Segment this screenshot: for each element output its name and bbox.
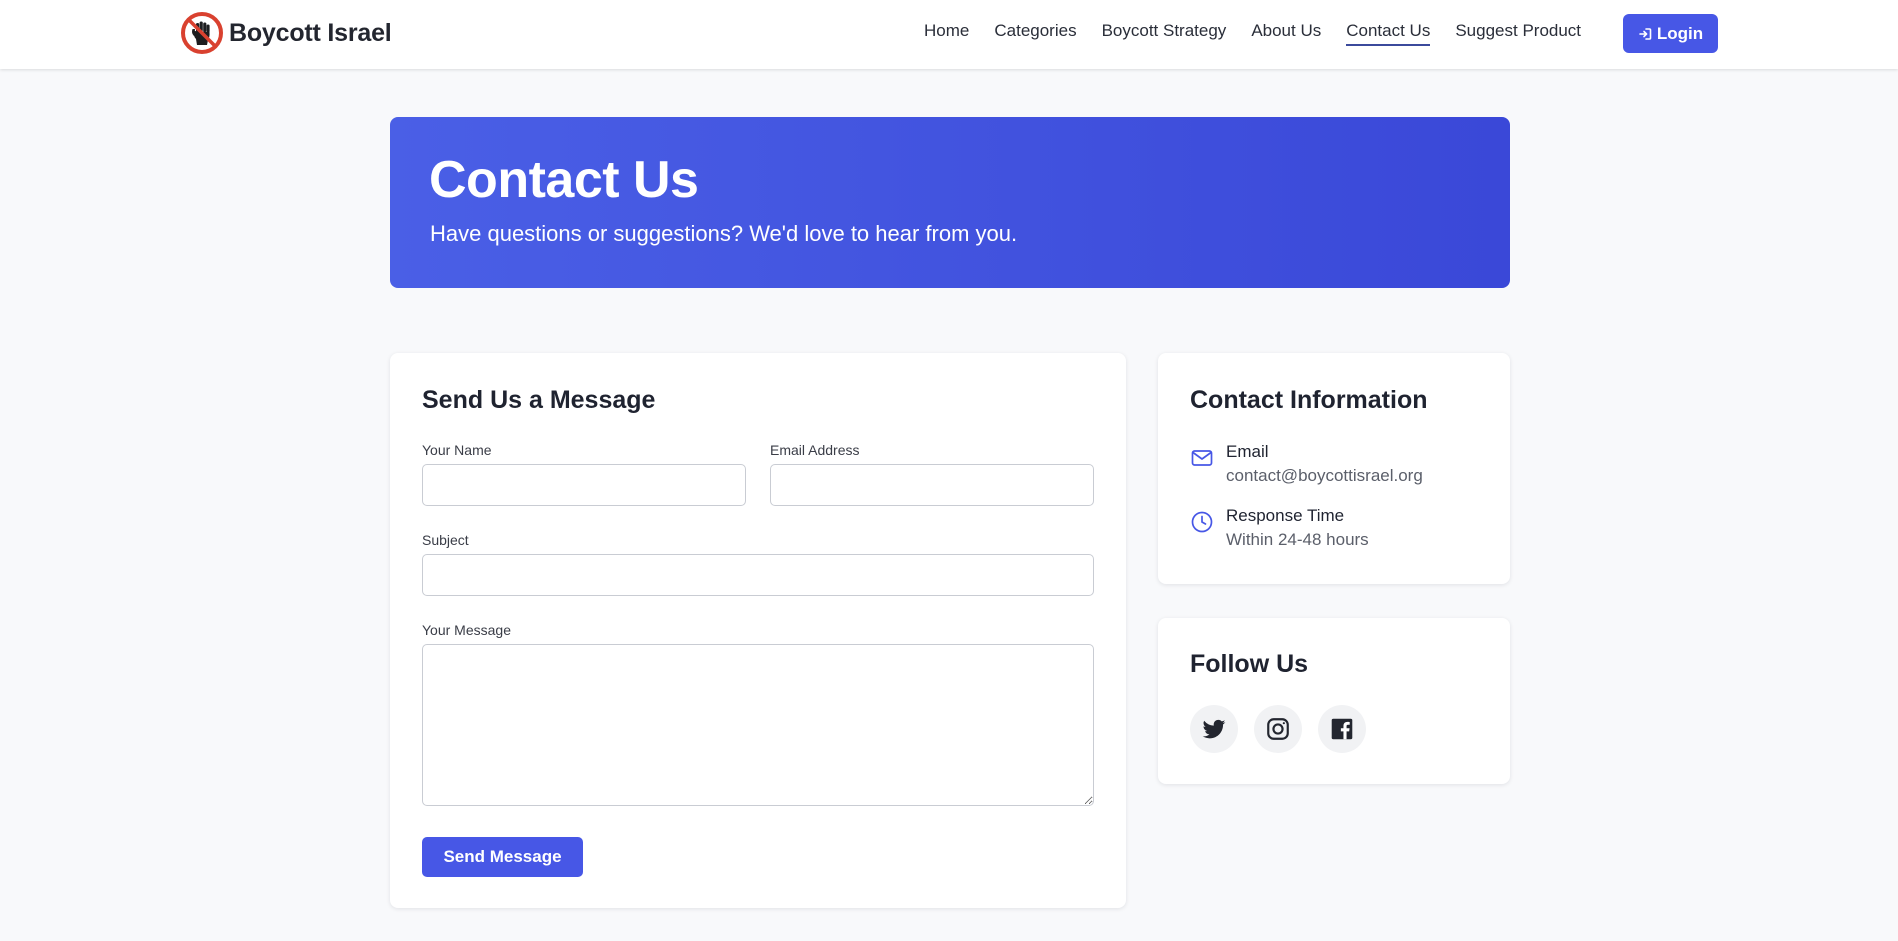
main-nav: Home Categories Boycott Strategy About U…: [924, 21, 1581, 46]
follow-us-card: Follow Us: [1158, 618, 1510, 784]
raised-fist-prohibited-icon: [181, 12, 223, 54]
contact-email-label: Email: [1226, 442, 1269, 461]
name-label: Your Name: [422, 442, 492, 458]
contact-info-card: Contact Information Email contact@boycot…: [1158, 353, 1510, 584]
contact-form-card: Send Us a Message Your Name Email Addres…: [390, 353, 1126, 908]
message-textarea[interactable]: [422, 644, 1094, 806]
name-input[interactable]: [422, 464, 746, 506]
facebook-link[interactable]: [1318, 705, 1366, 753]
twitter-icon: [1202, 719, 1226, 739]
login-label: Login: [1656, 23, 1704, 43]
contact-email-row: Email contact@boycottisrael.org: [1190, 440, 1423, 488]
nav-categories[interactable]: Categories: [994, 21, 1076, 46]
brand-name: Boycott Israel: [229, 18, 392, 47]
email-input[interactable]: [770, 464, 1094, 506]
response-time-value: Within 24-48 hours: [1226, 530, 1369, 549]
clock-icon: [1191, 511, 1213, 533]
page-subtitle: Have questions or suggestions? We'd love…: [430, 221, 1018, 246]
hero-banner: Contact Us Have questions or suggestions…: [390, 117, 1510, 288]
nav-contact-us[interactable]: Contact Us: [1346, 21, 1431, 46]
instagram-icon: [1267, 718, 1289, 740]
nav-suggest-product[interactable]: Suggest Product: [1455, 21, 1581, 46]
instagram-link[interactable]: [1254, 705, 1302, 753]
follow-title: Follow Us: [1190, 650, 1309, 678]
twitter-link[interactable]: [1190, 705, 1238, 753]
page-title: Contact Us: [429, 151, 699, 209]
form-title: Send Us a Message: [422, 386, 656, 414]
facebook-icon: [1331, 718, 1353, 740]
nav-home[interactable]: Home: [924, 21, 969, 46]
nav-boycott-strategy[interactable]: Boycott Strategy: [1102, 21, 1227, 46]
email-label: Email Address: [770, 442, 860, 458]
response-time-label: Response Time: [1226, 506, 1345, 525]
subject-label: Subject: [422, 532, 469, 548]
subject-input[interactable]: [422, 554, 1094, 596]
brand-link[interactable]: Boycott Israel: [181, 12, 392, 54]
response-time-row: Response Time Within 24-48 hours: [1190, 504, 1369, 552]
contact-email-value: contact@boycottisrael.org: [1226, 466, 1423, 485]
message-label: Your Message: [422, 622, 511, 638]
send-message-button[interactable]: Send Message: [422, 837, 583, 877]
nav-about-us[interactable]: About Us: [1251, 21, 1321, 46]
envelope-icon: [1191, 450, 1213, 466]
sign-in-icon: [1639, 27, 1652, 40]
top-navbar: Boycott Israel Home Categories Boycott S…: [0, 0, 1898, 69]
contact-info-title: Contact Information: [1190, 386, 1428, 414]
login-button[interactable]: Login: [1623, 14, 1718, 53]
